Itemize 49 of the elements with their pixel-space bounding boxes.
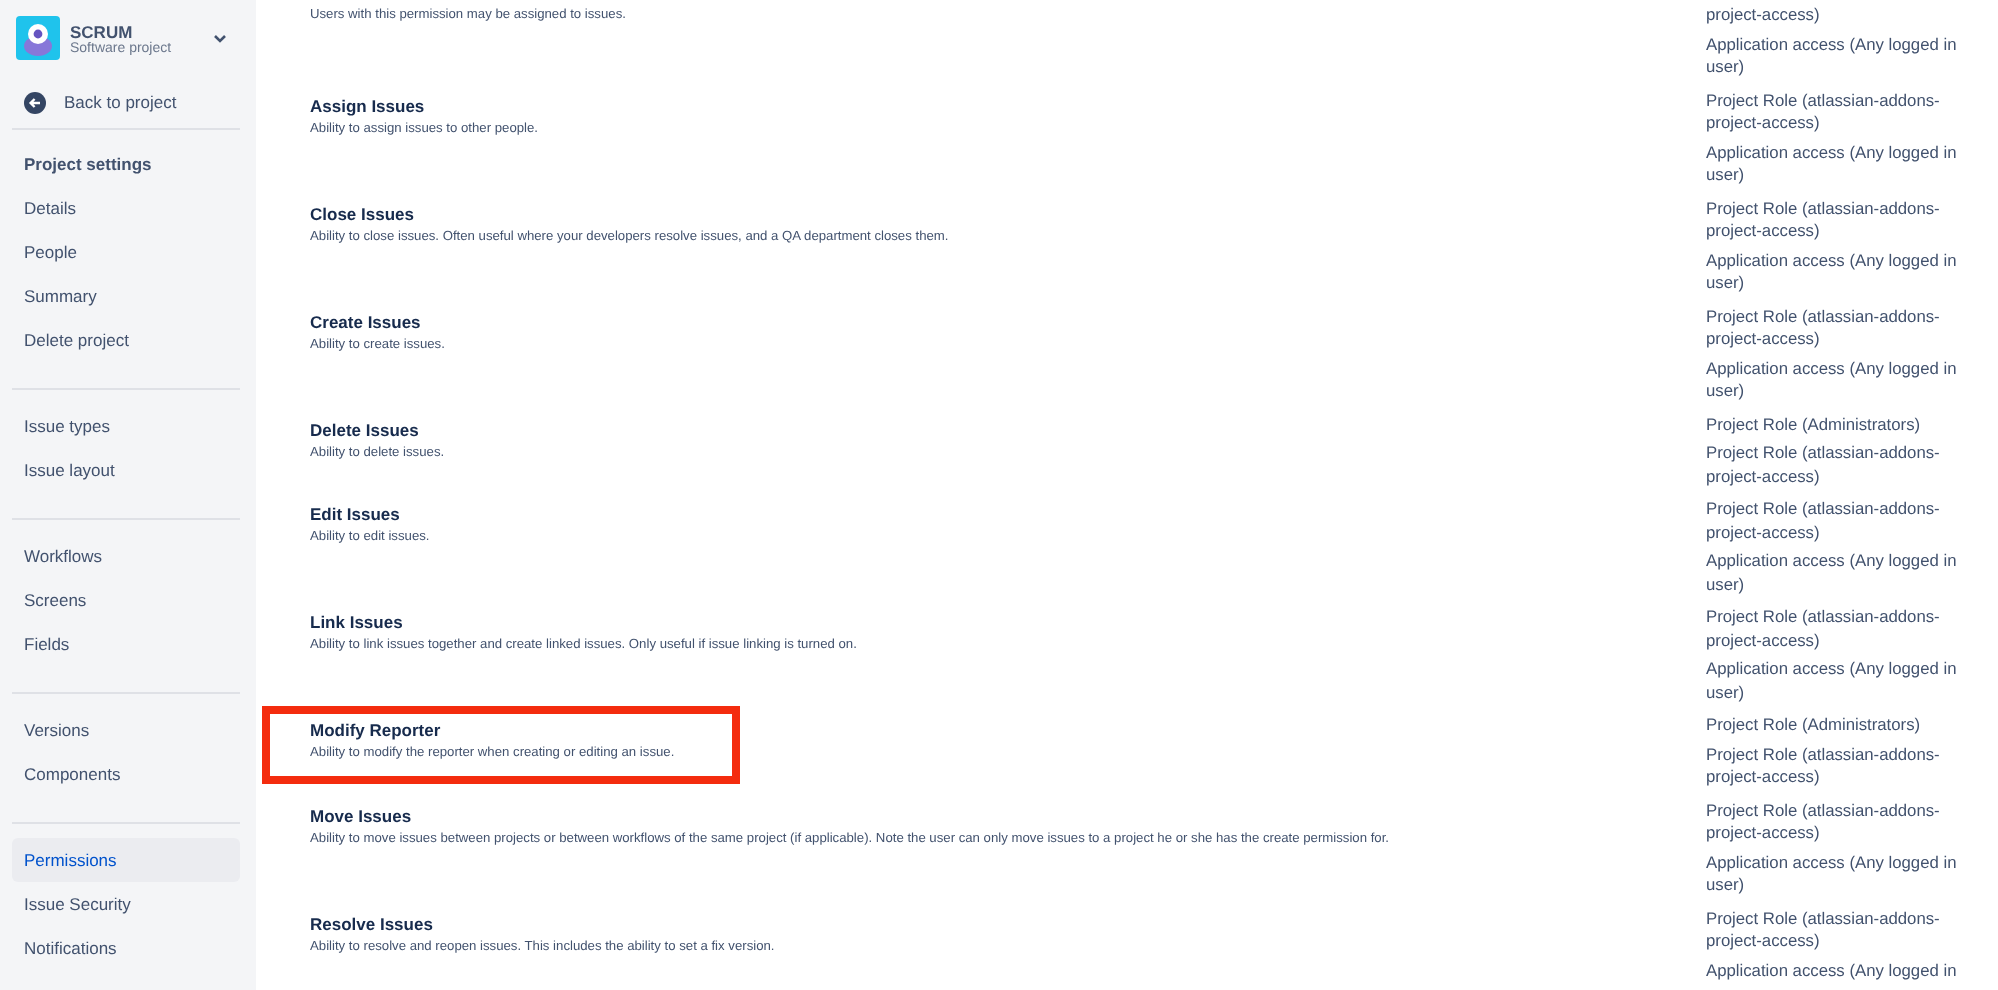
nav-item[interactable]: Issue Security xyxy=(12,882,240,926)
permission-name: Create Issues xyxy=(310,309,421,333)
nav-item[interactable]: Screens xyxy=(12,578,240,622)
project-name: SCRUM xyxy=(70,21,135,41)
permission-grant: Application access (Any logged in user) xyxy=(1706,550,1959,596)
permission-name: Delete Issues xyxy=(310,417,419,441)
nav-item[interactable]: Issue types xyxy=(12,404,240,448)
permission-grant: Application access (Any logged in user) xyxy=(1706,658,1959,704)
permission-grant: Project Role (atlassian-addons-project-access) xyxy=(1706,305,1942,351)
nav-item[interactable]: Issue layout xyxy=(12,448,240,492)
permission-grant: Application access (Any logged in xyxy=(1706,959,1959,982)
nav-item[interactable]: Permissions xyxy=(12,838,240,882)
permission-grant: Project Role (atlassian-addons-project-access) xyxy=(1706,606,1942,652)
permission-grant: Project Role (atlassian-addons-project-access) xyxy=(1706,442,1942,488)
permission-name: Close Issues xyxy=(310,201,414,225)
permission-grant: Application access (Any logged in user) xyxy=(1706,851,1959,897)
permission-grant: Project Role (atlassian-addons-project-access) xyxy=(1706,197,1942,243)
permission-grant: Project Role (Administrators) xyxy=(1706,413,1923,436)
back-arrow-icon xyxy=(24,91,46,113)
nav-item[interactable]: Notifications xyxy=(12,926,240,970)
permission-name: Modify Reporter xyxy=(310,718,441,742)
nav-item[interactable]: People xyxy=(12,230,240,274)
permission-grant: Project Role (atlassian-addons-project-access) xyxy=(1706,743,1942,789)
permission-name: Edit Issues xyxy=(310,502,400,526)
chevron-down-icon[interactable] xyxy=(212,30,228,46)
section-heading: Project settings xyxy=(22,152,154,178)
permission-name: Resolve Issues xyxy=(310,911,433,935)
permission-name: Move Issues xyxy=(310,803,412,827)
nav-item[interactable]: Summary xyxy=(12,274,240,318)
back-to-project-link[interactable]: Back to project xyxy=(24,88,240,116)
permission-grant: Project Role (atlassian-addons-project-access) xyxy=(1706,498,1942,544)
permission-grant: Project Role (Administrators) xyxy=(1706,714,1923,737)
permission-grant: Application access (Any logged in user) xyxy=(1706,357,1959,403)
nav-item[interactable]: Components xyxy=(12,752,240,796)
permission-grant: Project Role (atlassian-addons-project-access) xyxy=(1706,799,1942,845)
project-logo-icon xyxy=(16,16,60,60)
nav-item[interactable]: Workflows xyxy=(12,534,240,578)
nav-item[interactable]: Fields xyxy=(12,622,240,666)
permission-grant: Project Role (atlassian-addons-project-access) xyxy=(1706,89,1942,135)
permission-name: Assign Issues xyxy=(310,93,425,117)
permission-grant: Application access (Any logged in user) xyxy=(1706,33,1959,79)
permission-grant: project-access) xyxy=(1706,4,1822,27)
permission-grant: Application access (Any logged in user) xyxy=(1706,249,1959,295)
permission-name: Link Issues xyxy=(310,610,403,634)
permission-grant: Project Role (atlassian-addons-project-access) xyxy=(1706,907,1942,953)
nav-item[interactable]: Versions xyxy=(12,708,240,752)
permission-grant: Application access (Any logged in user) xyxy=(1706,141,1959,187)
nav-item[interactable]: Details xyxy=(12,186,240,230)
nav-item[interactable]: Delete project xyxy=(12,318,240,362)
